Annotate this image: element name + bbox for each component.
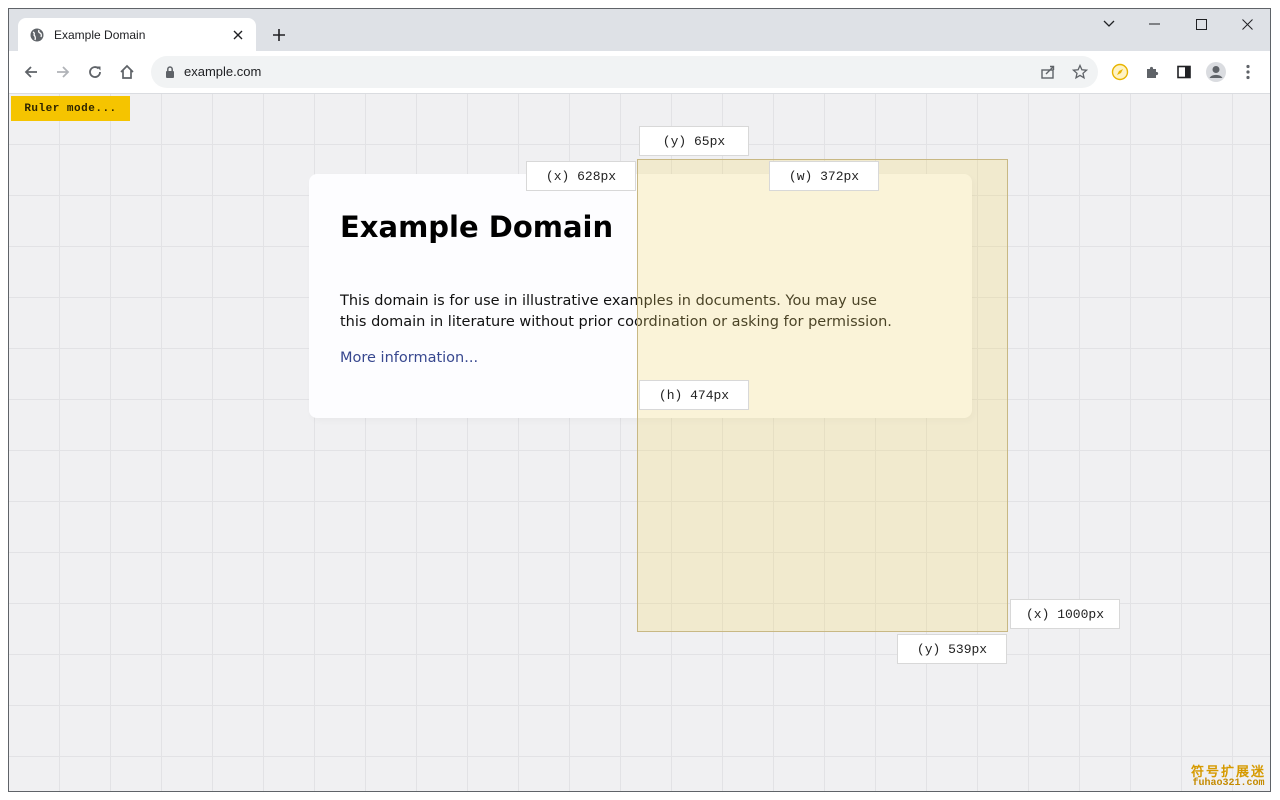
plus-icon[interactable] [267, 23, 291, 47]
tab-example-domain[interactable]: Example Domain [18, 18, 256, 51]
tab-title: Example Domain [54, 27, 146, 42]
measure-label-bottom-y: (y) 539px [897, 634, 1007, 664]
arrow-left-icon[interactable] [19, 60, 43, 84]
arrow-right-icon[interactable] [51, 60, 75, 84]
ruler-mode-button[interactable]: Ruler mode... [11, 96, 130, 121]
maximize-icon[interactable] [1186, 13, 1216, 35]
tab-strip: Example Domain [9, 9, 1270, 51]
measure-label-right-x: (x) 1000px [1010, 599, 1120, 629]
browser-toolbar: example.com [9, 51, 1270, 94]
url-text: example.com [184, 64, 262, 79]
browser-window: Example Domain example.com Ruler mode...… [8, 8, 1271, 792]
reload-icon[interactable] [83, 60, 107, 84]
puzzle-icon[interactable] [1140, 60, 1164, 84]
compass-extension-icon[interactable] [1108, 60, 1132, 84]
more-information-link[interactable]: More information... [340, 350, 478, 366]
page-heading: Example Domain [340, 210, 614, 244]
address-bar[interactable]: example.com [151, 56, 1098, 88]
watermark: 符号扩展迷 fuhao321.com [1191, 761, 1266, 789]
measure-label-height: (h) 474px [639, 380, 749, 410]
home-icon[interactable] [115, 60, 139, 84]
page-viewport: Ruler mode... Example Domain This domain… [9, 94, 1270, 791]
close-icon[interactable] [1232, 13, 1262, 35]
measure-label-width: (w) 372px [769, 161, 879, 191]
menu-dots-icon[interactable] [1236, 60, 1260, 84]
tab-search-icon[interactable] [1094, 13, 1124, 35]
lock-icon[interactable] [163, 65, 177, 79]
star-icon[interactable] [1070, 62, 1090, 82]
share-icon[interactable] [1038, 62, 1058, 82]
measure-label-top-y: (y) 65px [639, 126, 749, 156]
side-panel-icon[interactable] [1172, 60, 1196, 84]
measure-label-left-x: (x) 628px [526, 161, 636, 191]
minimize-icon[interactable] [1140, 13, 1170, 35]
close-icon[interactable] [230, 27, 246, 43]
profile-icon[interactable] [1204, 60, 1228, 84]
globe-icon [30, 28, 44, 42]
watermark-sub: fuhao321.com [1192, 778, 1265, 789]
